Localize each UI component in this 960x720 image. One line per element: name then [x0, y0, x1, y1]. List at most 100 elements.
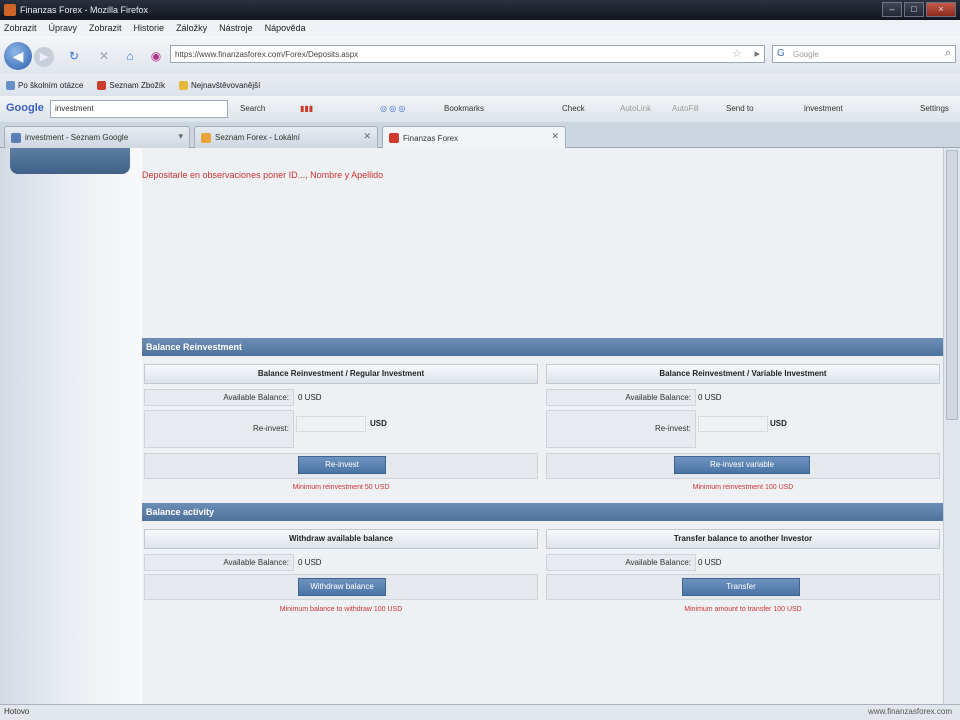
withdraw-balance-button[interactable]: Withdraw balance: [298, 578, 386, 596]
sidebar-nav-tab[interactable]: [10, 148, 130, 174]
bookmark-label: Nejnavštěvovanější: [190, 80, 261, 90]
maximize-button[interactable]: □: [904, 2, 924, 17]
forward-button[interactable]: ▶: [34, 47, 54, 67]
url-text: https://www.finanzasforex.com/Forex/Depo…: [175, 49, 359, 59]
search-input[interactable]: G Google ⌕: [772, 45, 956, 63]
tab-favicon-icon: [11, 132, 21, 143]
search-placeholder: Google: [793, 49, 819, 59]
variable-min-warning: Minimum reinvestment 100 USD: [692, 484, 794, 491]
bookmark-star-icon[interactable]: ☆: [732, 47, 742, 60]
bookmark-icon: [97, 80, 107, 90]
status-text: Hotovo: [4, 707, 30, 716]
withdraw-available-label: Available Balance:: [144, 554, 294, 571]
toolbar-autolink-button[interactable]: AutoLink: [620, 104, 651, 113]
regular-available-value: 0 USD: [298, 393, 322, 402]
back-arrow-icon: ◀: [12, 48, 24, 64]
toolbar-bookmarks-button[interactable]: Bookmarks: [444, 104, 484, 113]
left-sidebar: [0, 148, 142, 704]
tab-seznam[interactable]: Seznam Forex - Lokální ✕: [194, 126, 378, 148]
tab-finanzas-forex[interactable]: Finanzas Forex ✕: [382, 126, 566, 149]
deposit-notice: Depositarle en observaciones poner ID...…: [142, 170, 384, 180]
variable-reinvest-input[interactable]: [698, 416, 768, 432]
minimize-button[interactable]: –: [882, 2, 902, 17]
page-content: Depositarle en observaciones poner ID...…: [0, 148, 960, 704]
menu-item-history[interactable]: Historie: [134, 23, 165, 33]
tab-strip: investment - Seznam Google ▾ Seznam Fore…: [0, 122, 960, 149]
menu-item-help[interactable]: Nápověda: [265, 23, 306, 33]
window-controls: – □ ×: [882, 2, 956, 17]
menu-item-edit[interactable]: Úpravy: [49, 23, 78, 33]
variable-unit: USD: [770, 419, 787, 428]
regular-reinvest-title: Balance Reinvestment / Regular Investmen…: [144, 364, 538, 384]
variable-reinvest-label: Re-invest:: [546, 410, 696, 448]
bookmark-label: Po školním otázce: [18, 80, 84, 90]
go-arrow-icon[interactable]: ▸: [754, 47, 760, 60]
toolbar-pagerank-icon: ▮▮▮: [300, 104, 314, 113]
regular-reinvest-label: Re-invest:: [144, 410, 294, 448]
toolbar-settings-button[interactable]: Settings: [920, 104, 949, 113]
google-search-icon: G: [777, 48, 785, 59]
reinvest-variable-button[interactable]: Re-invest variable: [674, 456, 810, 474]
close-button[interactable]: ×: [926, 2, 956, 17]
menu-bar: Zobrazit Úpravy Zobrazit Historie Záložk…: [0, 20, 960, 36]
site-favicon-icon: ◉: [150, 49, 162, 63]
withdraw-title: Withdraw available balance: [144, 529, 538, 549]
status-bar: Hotovo www.finanzasforex.com: [0, 704, 960, 720]
variable-reinvest-title: Balance Reinvestment / Variable Investme…: [546, 364, 940, 384]
bookmark-icon: [6, 80, 15, 90]
status-domain: www.finanzasforex.com: [867, 707, 952, 716]
toolbar-highlight-button[interactable]: investment: [804, 104, 843, 113]
menu-item-tools[interactable]: Nástroje: [219, 23, 253, 33]
regular-reinvest-input[interactable]: [296, 416, 366, 432]
reload-icon[interactable]: ↻: [66, 48, 82, 64]
menu-item-bookmarks[interactable]: Záložky: [176, 23, 207, 33]
withdraw-min-warning: Minimum balance to withdraw 100 USD: [279, 606, 403, 613]
tab-favicon-icon: [389, 133, 399, 143]
transfer-button[interactable]: Transfer: [682, 578, 800, 596]
transfer-available-value: 0 USD: [698, 558, 722, 567]
transfer-min-warning: Minimum amount to transfer 100 USD: [684, 606, 802, 613]
toolbar-autofill-button[interactable]: AutoFill: [672, 104, 699, 113]
bookmark-label: Seznam Zbožík: [109, 80, 165, 90]
forward-arrow-icon: ▶: [39, 51, 49, 63]
tab-close-icon[interactable]: ✕: [551, 131, 559, 142]
section-header-reinvestment: Balance Reinvestment: [142, 338, 943, 356]
back-button[interactable]: ◀: [4, 42, 32, 70]
tab-favicon-icon: [201, 132, 211, 143]
stop-icon[interactable]: ✕: [96, 48, 112, 64]
vertical-scrollbar[interactable]: [943, 148, 960, 704]
regular-available-label: Available Balance:: [144, 389, 294, 406]
bookmark-item[interactable]: Seznam Zbožík: [97, 80, 165, 90]
google-toolbar: Google investment Search ▮▮▮ ◎ ◎ ◎ Bookm…: [0, 96, 960, 122]
variable-available-value: 0 USD: [698, 393, 722, 402]
address-bar[interactable]: https://www.finanzasforex.com/Forex/Depo…: [170, 45, 765, 63]
bookmark-item[interactable]: Po školním otázce: [6, 80, 84, 90]
toolbar-sendto-button[interactable]: Send to: [726, 104, 754, 113]
menu-item-view[interactable]: Zobrazit: [89, 23, 122, 33]
firefox-icon: [4, 4, 16, 16]
bookmark-item[interactable]: Nejnavštěvovanější: [178, 80, 261, 90]
search-icon[interactable]: ⌕: [945, 47, 951, 60]
window-title-bar: Finanzas Forex - Mozilla Firefox – □ ×: [0, 0, 960, 20]
window-title: Finanzas Forex - Mozilla Firefox: [20, 5, 149, 15]
bookmarks-bar: Po školním otázce Seznam Zbožík Nejnavšt…: [0, 74, 960, 96]
home-icon[interactable]: ⌂: [122, 48, 138, 64]
menu-item-file[interactable]: Zobrazit: [4, 23, 37, 33]
toolbar-check-button[interactable]: Check: [562, 104, 585, 113]
tab-label: investment - Seznam Google: [25, 133, 129, 142]
variable-available-label: Available Balance:: [546, 389, 696, 406]
google-toolbar-input[interactable]: investment: [50, 100, 228, 118]
toolbar-globe-icon[interactable]: ◎ ◎ ◎: [380, 104, 405, 113]
scrollbar-thumb[interactable]: [946, 150, 958, 420]
tab-close-icon[interactable]: ✕: [363, 131, 371, 142]
withdraw-available-value: 0 USD: [298, 558, 322, 567]
tab-label: Seznam Forex - Lokální: [215, 133, 300, 142]
reinvest-button[interactable]: Re-invest: [298, 456, 386, 474]
regular-unit: USD: [370, 419, 387, 428]
google-logo: Google: [6, 102, 44, 114]
toolbar-search-button[interactable]: Search: [240, 104, 265, 113]
tab-close-icon[interactable]: ▾: [178, 131, 183, 142]
tab-google-search[interactable]: investment - Seznam Google ▾: [4, 126, 190, 148]
transfer-available-label: Available Balance:: [546, 554, 696, 571]
main-panel: Depositarle en observaciones poner ID...…: [142, 148, 943, 704]
